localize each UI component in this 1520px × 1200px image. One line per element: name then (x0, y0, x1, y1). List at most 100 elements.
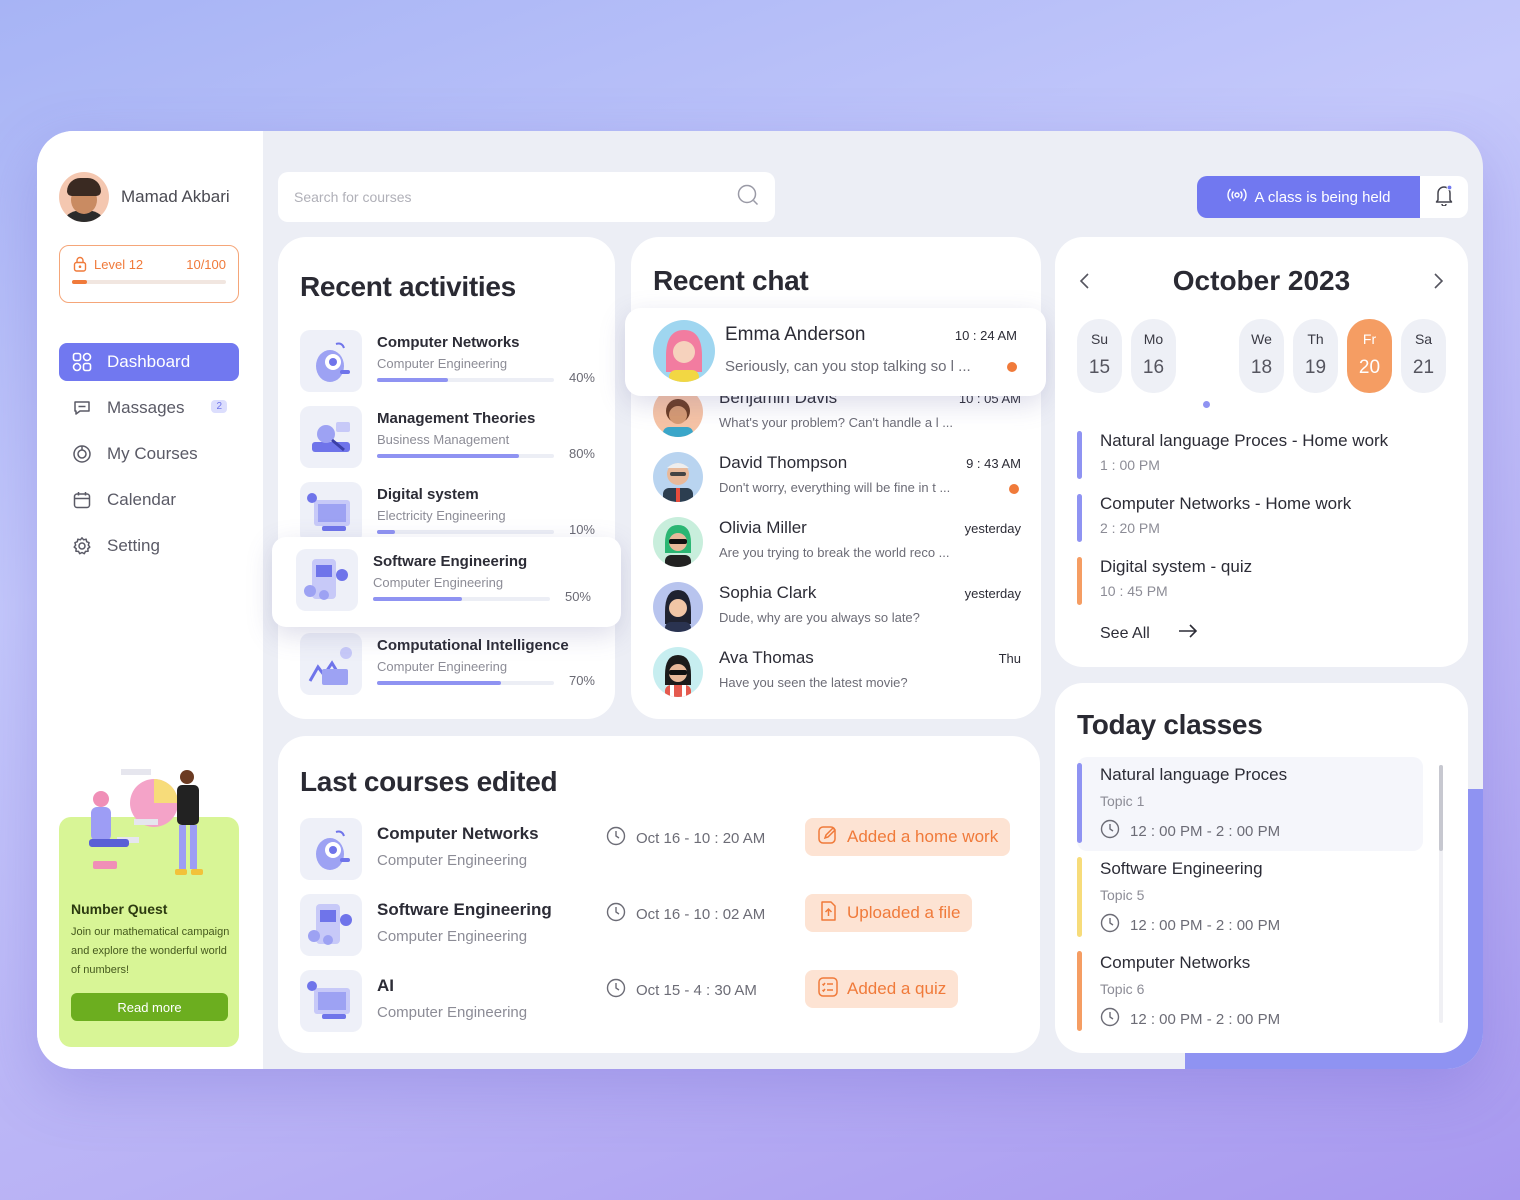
activity-progress-track (377, 454, 554, 458)
sidebar-item-setting[interactable]: Setting (59, 527, 239, 565)
arrow-right-icon (1178, 624, 1198, 643)
calendar-card: October 2023 Su 15 Mo 16 Tu 17 We 18 Th … (1055, 237, 1483, 1069)
chat-item[interactable]: Sophia Clark yesterday Dude, why are you… (653, 578, 1021, 638)
last-courses-edited-card: Last courses edited Computer Networks Co… (278, 736, 1040, 1053)
class-time: 12 : 00 PM - 2 : 00 PM (1100, 913, 1280, 937)
search-icon[interactable] (737, 184, 759, 211)
edited-course-item[interactable]: Computer Networks Computer Engineering O… (300, 818, 1020, 880)
edited-course-item[interactable]: Software Engineering Computer Engineerin… (300, 894, 1020, 956)
activity-dept: Computer Engineering (373, 575, 504, 590)
activity-item-selected[interactable]: Software Engineering Computer Engineerin… (272, 537, 621, 627)
sidebar-item-messages[interactable]: Massages 2 (59, 389, 239, 427)
calendar-day[interactable]: Th 19 (1293, 319, 1338, 393)
activity-progress-fill (377, 530, 395, 534)
chat-item[interactable]: Olivia Miller yesterday Are you trying t… (653, 513, 1021, 573)
sidebar-item-label: My Courses (107, 444, 198, 463)
activity-progress-track (377, 530, 554, 534)
read-more-button[interactable]: Read more (71, 993, 228, 1021)
activity-name: Digital system (377, 486, 479, 503)
course-thumbnail (300, 406, 362, 468)
sidebar-item-label: Calendar (107, 490, 176, 509)
day-name: Th (1307, 331, 1324, 347)
calendar-day-selected[interactable]: Fr 20 (1347, 319, 1392, 393)
course-thumbnail (300, 894, 362, 956)
scrollbar[interactable] (1439, 765, 1443, 1023)
edit-date-text: Oct 16 - 10 : 02 AM (636, 905, 766, 923)
class-item[interactable]: Computer Networks Topic 6 12 : 00 PM - 2… (1077, 945, 1423, 1039)
search-input[interactable] (294, 189, 714, 205)
calendar-task[interactable]: Computer Networks - Home work 2 : 20 PM (1077, 494, 1437, 542)
edit-action-tag[interactable]: Added a quiz (805, 970, 959, 1008)
level-progress-track (72, 280, 226, 284)
task-color-bar (1077, 431, 1082, 479)
class-title: Software Engineering (1100, 859, 1263, 878)
sidebar-item-calendar[interactable]: Calendar (59, 481, 239, 519)
chat-item[interactable]: David Thompson 9 : 43 AM Don't worry, ev… (653, 448, 1021, 508)
class-item[interactable]: Software Engineering Topic 5 12 : 00 PM … (1077, 851, 1423, 945)
class-topic: Topic 5 (1100, 887, 1145, 903)
search-bar (278, 172, 775, 222)
clock-icon (606, 826, 626, 850)
day-name: Mo (1143, 331, 1164, 347)
calendar-icon (71, 489, 93, 511)
chat-time: yesterday (964, 586, 1021, 601)
calendar-day[interactable]: We 18 (1239, 319, 1284, 393)
sidebar-item-dashboard[interactable]: Dashboard (59, 343, 239, 381)
activity-percent: 70% (568, 673, 595, 688)
course-name: Computer Networks (377, 824, 539, 843)
day-date: 15 (1088, 357, 1111, 378)
unread-dot (1009, 484, 1019, 494)
activity-item[interactable]: Computer Networks Computer Engineering 4… (300, 330, 595, 394)
chat-message: Seriously, can you stop talking so l ... (725, 358, 971, 375)
course-thumbnail (300, 330, 362, 392)
class-color-bar (1077, 951, 1082, 1031)
activity-progress-fill (377, 378, 448, 382)
today-marker (1203, 401, 1210, 408)
edit-icon (817, 824, 839, 851)
activity-progress-track (377, 681, 554, 685)
edit-action-label: Added a home work (847, 827, 999, 846)
class-time: 12 : 00 PM - 2 : 00 PM (1100, 819, 1280, 843)
chat-message: Have you seen the latest movie? (719, 675, 908, 690)
see-all-link[interactable]: See All (1100, 624, 1198, 643)
edited-course-item[interactable]: AI Computer Engineering Oct 15 - 4 : 30 … (300, 970, 1020, 1032)
activity-percent: 50% (564, 589, 591, 604)
activity-item: Software Engineering Computer Engineerin… (296, 549, 591, 613)
app-window: Mamad Akbari Level 12 10/100 Dashboard M… (37, 131, 1483, 1069)
activity-item[interactable]: Computational Intelligence Computer Engi… (300, 633, 595, 697)
activity-dept: Computer Engineering (377, 356, 508, 371)
activity-item[interactable]: Management Theories Business Management … (300, 406, 595, 470)
live-class-label: A class is being held (1254, 188, 1391, 206)
avatar (653, 452, 703, 502)
edit-action-label: Added a quiz (847, 979, 947, 998)
edit-action-tag[interactable]: Added a home work (805, 818, 1011, 856)
sidebar-nav: Dashboard Massages 2 My Courses Calendar… (59, 343, 239, 573)
class-item[interactable]: Natural language Proces Topic 1 12 : 00 … (1077, 757, 1423, 851)
calendar-task[interactable]: Digital system - quiz 10 : 45 PM (1077, 557, 1437, 605)
calendar-task[interactable]: Natural language Proces - Home work 1 : … (1077, 431, 1437, 479)
live-class-button[interactable]: A class is being held (1197, 176, 1420, 218)
calendar-day[interactable]: Su 15 (1077, 319, 1122, 393)
sidebar-item-my-courses[interactable]: My Courses (59, 435, 239, 473)
task-color-bar (1077, 494, 1082, 542)
task-color-bar (1077, 557, 1082, 605)
edit-action-tag[interactable]: Uploaded a file (805, 894, 973, 932)
chat-item-selected[interactable]: Emma Anderson 10 : 24 AM Seriously, can … (625, 308, 1046, 396)
chat-item[interactable]: Ava Thomas Thu Have you seen the latest … (653, 643, 1021, 703)
calendar-day[interactable]: Sa 21 (1401, 319, 1446, 393)
course-thumbnail (300, 970, 362, 1032)
chevron-right-icon[interactable] (1426, 269, 1450, 293)
calendar-day[interactable]: Mo 16 (1131, 319, 1176, 393)
notifications-button[interactable] (1420, 176, 1468, 218)
chat-name: Emma Anderson (725, 324, 866, 345)
user-profile[interactable]: Mamad Akbari (59, 172, 230, 222)
sidebar-item-label: Massages (107, 398, 185, 417)
scrollbar-thumb[interactable] (1439, 765, 1443, 851)
course-thumbnail (300, 818, 362, 880)
class-color-bar (1077, 857, 1082, 937)
task-title: Computer Networks - Home work (1100, 494, 1352, 513)
promo-text: Join our mathematical campaign and explo… (71, 926, 230, 976)
clock-icon (1100, 913, 1120, 937)
activity-name: Management Theories (377, 410, 536, 427)
activity-dept: Electricity Engineering (377, 508, 506, 523)
